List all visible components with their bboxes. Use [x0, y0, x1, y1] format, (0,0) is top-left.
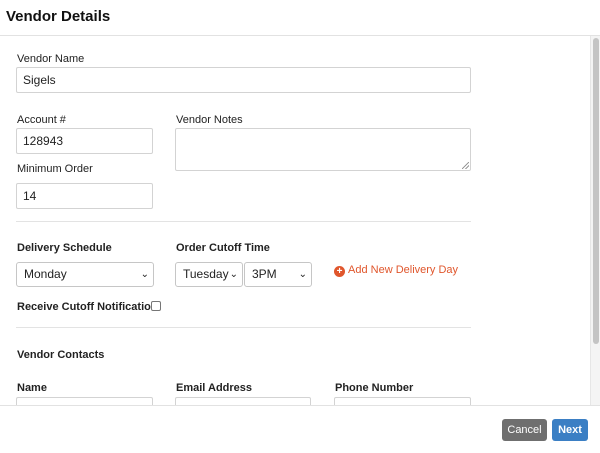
- plus-circle-icon: +: [334, 266, 345, 277]
- contact-name-input[interactable]: [16, 397, 153, 405]
- contact-phone-input[interactable]: [334, 397, 471, 405]
- cutoff-time-value: 3PM: [252, 267, 277, 281]
- minimum-order-input[interactable]: 14: [16, 183, 153, 209]
- order-cutoff-label: Order Cutoff Time: [176, 242, 270, 254]
- add-delivery-day-label: Add New Delivery Day: [348, 264, 459, 276]
- cancel-button[interactable]: Cancel: [502, 419, 547, 441]
- cutoff-time-select[interactable]: 3PM ⌄: [244, 262, 312, 287]
- receive-cutoff-checkbox[interactable]: [151, 301, 161, 311]
- add-delivery-day-link[interactable]: + Add New Delivery Day: [334, 264, 458, 277]
- account-input[interactable]: 128943: [16, 128, 153, 154]
- section-divider: [16, 327, 471, 328]
- chevron-down-icon: ⌄: [229, 269, 238, 280]
- modal-title: Vendor Details: [6, 8, 111, 25]
- section-divider: [16, 221, 471, 222]
- modal-header: Vendor Details: [0, 0, 600, 36]
- modal-footer: Cancel Next: [0, 405, 600, 453]
- contact-email-input[interactable]: [175, 397, 311, 405]
- chevron-down-icon: ⌄: [298, 269, 307, 280]
- next-button[interactable]: Next: [552, 419, 588, 441]
- delivery-schedule-value: Monday: [24, 267, 67, 281]
- vendor-notes-textarea[interactable]: [175, 128, 471, 171]
- delivery-schedule-select[interactable]: Monday ⌄: [16, 262, 154, 287]
- minimum-order-label: Minimum Order: [17, 163, 93, 175]
- account-label: Account #: [17, 114, 66, 126]
- vendor-notes-label: Vendor Notes: [176, 114, 243, 126]
- vendor-contacts-title: Vendor Contacts: [17, 349, 105, 361]
- resize-grip-icon[interactable]: [462, 162, 469, 169]
- scrollbar-thumb[interactable]: [593, 38, 599, 344]
- vertical-scrollbar[interactable]: [590, 36, 600, 405]
- vendor-name-label: Vendor Name: [17, 53, 85, 65]
- receive-cutoff-label: Receive Cutoff Notification: [17, 301, 158, 313]
- chevron-down-icon: ⌄: [140, 269, 149, 280]
- contact-phone-header: Phone Number: [335, 382, 414, 394]
- vendor-name-input[interactable]: Sigels: [16, 67, 471, 93]
- delivery-schedule-label: Delivery Schedule: [17, 242, 112, 254]
- contact-name-header: Name: [17, 382, 47, 394]
- contact-email-header: Email Address: [176, 382, 253, 394]
- modal-body: Vendor Name Sigels Account # 128943 Vend…: [0, 36, 600, 405]
- cutoff-day-value: Tuesday: [183, 267, 229, 281]
- cutoff-day-select[interactable]: Tuesday ⌄: [175, 262, 243, 287]
